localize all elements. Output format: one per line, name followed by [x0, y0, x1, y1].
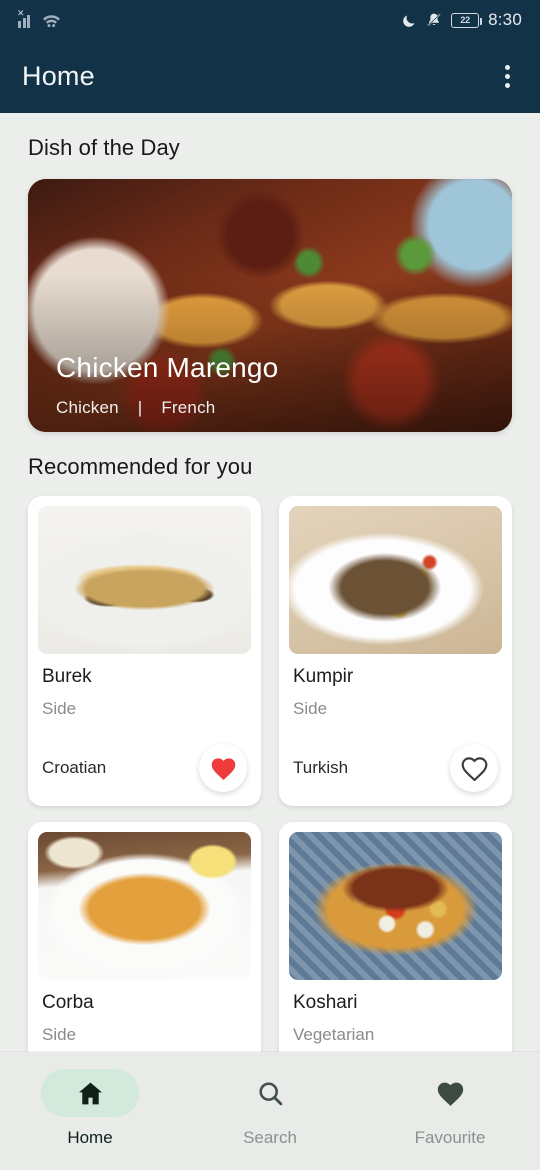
meal-category: Side: [42, 699, 77, 718]
favourite-button[interactable]: [199, 744, 247, 792]
recommended-heading: Recommended for you: [28, 454, 253, 479]
nav-label-home: Home: [67, 1128, 113, 1147]
dish-of-the-day-card[interactable]: Chicken Marengo Chicken | French: [28, 179, 512, 432]
nav-label-search: Search: [243, 1128, 297, 1147]
page-title: Home: [22, 61, 95, 91]
heart-filled-icon: [437, 1082, 463, 1106]
card-image-wrap: [28, 822, 261, 980]
hero-area: French: [161, 398, 216, 417]
nav-item-search[interactable]: Search: [180, 1069, 360, 1148]
burek-photo: [38, 506, 251, 654]
home-icon: [78, 1082, 102, 1104]
card-image-wrap: [279, 822, 512, 980]
recommended-grid: Burek Side Croatian Kumpir Side Turkish …: [0, 480, 540, 1132]
nav-icon-wrap: [221, 1069, 319, 1117]
bell-muted-icon: [426, 12, 442, 28]
hero-text-block: Chicken Marengo Chicken | French: [56, 352, 492, 418]
card-image-wrap: [28, 496, 261, 654]
app-root: ✕ 22 8:30 Home Dish of the Day Chicken M…: [0, 0, 540, 1170]
dish-of-the-day-heading: Dish of the Day: [28, 135, 180, 160]
search-icon: [258, 1081, 282, 1105]
koshari-photo: [289, 832, 502, 980]
app-bar: Home: [0, 40, 540, 113]
nav-item-home[interactable]: Home: [0, 1069, 180, 1148]
wifi-icon: [42, 13, 61, 28]
bottom-navigation: Home Search Favourite: [0, 1052, 540, 1170]
favourite-button[interactable]: [450, 744, 498, 792]
meal-category: Side: [42, 1025, 77, 1044]
status-bar-right: 22 8:30: [402, 10, 522, 30]
nav-label-favourite: Favourite: [414, 1128, 486, 1147]
hero-separator: |: [137, 398, 143, 417]
meal-category: Vegetarian: [293, 1025, 375, 1044]
nav-icon-wrap: [401, 1069, 499, 1117]
hero-meta: Chicken | French: [56, 398, 492, 418]
status-bar: ✕ 22 8:30: [0, 0, 540, 40]
meal-name: Kumpir: [293, 666, 354, 687]
heart-filled-icon: [211, 757, 235, 780]
meal-name: Burek: [42, 666, 92, 687]
hero-meal-name: Chicken Marengo: [56, 352, 279, 383]
moon-icon: [402, 13, 417, 28]
card-body: Kumpir Side Turkish: [279, 654, 512, 806]
card-footer: Turkish: [293, 744, 498, 806]
overflow-menu-icon[interactable]: [497, 59, 518, 94]
meal-category: Side: [293, 699, 328, 718]
meal-area: Croatian: [42, 758, 107, 777]
battery-icon: 22: [451, 12, 483, 28]
hero-category: Chicken: [56, 398, 119, 417]
kumpir-photo: [289, 506, 502, 654]
card-body: Burek Side Croatian: [28, 654, 261, 806]
scroll-content[interactable]: Dish of the Day Chicken Marengo Chicken …: [0, 113, 540, 1170]
meal-card[interactable]: Burek Side Croatian: [28, 496, 261, 806]
card-image-wrap: [279, 496, 512, 654]
battery-level: 22: [460, 15, 470, 25]
status-bar-left: ✕: [17, 8, 61, 28]
clock: 8:30: [488, 10, 522, 29]
meal-area: Turkish: [293, 758, 349, 777]
nav-item-favourite[interactable]: Favourite: [360, 1069, 540, 1148]
heart-outline-icon: [461, 756, 487, 781]
signal-bars-no-sim-icon: ✕: [17, 8, 35, 28]
meal-name: Koshari: [293, 992, 358, 1013]
card-footer: Croatian: [42, 744, 247, 806]
nav-active-indicator: [41, 1069, 139, 1117]
meal-name: Corba: [42, 992, 94, 1013]
meal-card[interactable]: Kumpir Side Turkish: [279, 496, 512, 806]
corba-photo: [38, 832, 251, 980]
